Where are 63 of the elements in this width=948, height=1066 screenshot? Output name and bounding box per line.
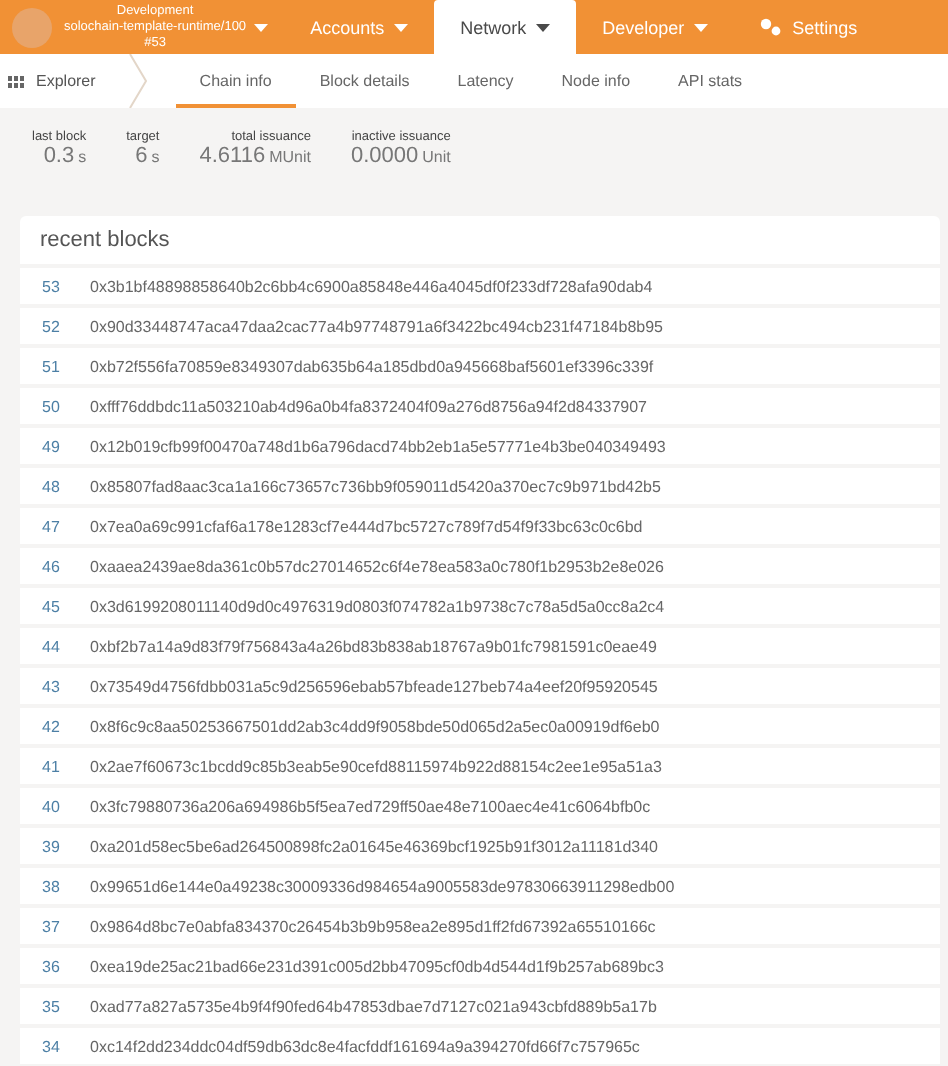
stat-value: 0.3 s [43, 144, 87, 168]
block-number-link[interactable]: 38 [20, 877, 90, 895]
block-number-link[interactable]: 34 [20, 1037, 90, 1055]
caret-icon [394, 23, 409, 31]
block-hash: 0xc14f2dd234ddc04df59db63dc8e4facfddf161694a9a394270fd66f7c757965c [90, 1037, 640, 1055]
block-hash: 0x2ae7f60673c1bcdd9c85b3eab5e90cefd88115974b922d88154c2ee1e95a51a3 [90, 757, 662, 775]
menu-tab[interactable]: Network [434, 0, 577, 54]
block-hash: 0x12b019cfb99f00470a748d1b6a796dacd74bb2eb1a5e57771e4b3be040349493 [90, 437, 666, 455]
block-hash: 0x99651d6e144e0a49238c30009336d984654a9005583de97830663911298edb00 [90, 877, 675, 895]
page-tab[interactable]: Node info [537, 54, 655, 108]
block-number-link[interactable]: 53 [20, 277, 90, 295]
block-hash: 0x9864d8bc7e0abfa834370c26454b3b9b958ea2e895d1ff2fd67392a65510166c [90, 917, 656, 935]
block-number-link[interactable]: 37 [20, 917, 90, 935]
block-number-link[interactable]: 36 [20, 957, 90, 975]
block-number-link[interactable]: 39 [20, 837, 90, 855]
block-hash: 0x3d6199208011140d9d0c4976319d0803f074782a1b9738c7c78a5d5a0cc8a2c4 [90, 597, 665, 615]
block-hash: 0x85807fad8aac3ca1a166c73657c736bb9f059011d5420a370ec7c9b971bd42b5 [90, 477, 661, 495]
block-hash: 0xea19de25ac21bad66e231d391c005d2bb47095cf0db4d544d1f9b257ab689bc3 [90, 957, 664, 975]
grid-icon [8, 75, 24, 87]
stat-value: 4.6116 MUnit [199, 144, 311, 168]
page-tab[interactable]: Chain info [175, 54, 296, 108]
chevron-divider [127, 54, 148, 108]
caret-icon [254, 23, 269, 31]
card-title: recent blocks [40, 228, 170, 252]
block-hash: 0x8f6c9c8aa50253667501dd2ab3c4dd9f9058bde50d065d2a5ec0a00919df6eb0 [90, 717, 660, 735]
menu-tab[interactable]: Accounts [284, 0, 435, 54]
block-number-link[interactable]: 51 [20, 357, 90, 375]
block-hash: 0xb72f556fa70859e8349307dab635b64a185dbd0a945668baf5601ef3396c339f [90, 357, 654, 375]
block-number-link[interactable]: 50 [20, 397, 90, 415]
block-hash: 0xad77a827a5735e4b9f4f90fed64b47853dbae7d7127c021a943cbfd889b5a17b [90, 997, 657, 1015]
page-tab[interactable]: Latency [433, 54, 538, 108]
caret-icon [536, 23, 551, 31]
block-number-link[interactable]: 35 [20, 997, 90, 1015]
block-number-link[interactable]: 45 [20, 597, 90, 615]
block-number-link[interactable]: 48 [20, 477, 90, 495]
caret-icon [694, 23, 709, 31]
block-number-link[interactable]: 43 [20, 677, 90, 695]
block-hash: 0xfff76ddbdc11a503210ab4d96a0b4fa8372404f09a276d8756a94f2d84337907 [90, 397, 648, 415]
stat-value: 0.0000 Unit [350, 144, 451, 168]
block-hash: 0xa201d58ec5be6ad264500898fc2a01645e46369bcf1925b91f3012a11181d340 [90, 837, 658, 855]
block-number-link[interactable]: 40 [20, 797, 90, 815]
block-number-link[interactable]: 42 [20, 717, 90, 735]
menu-tab[interactable]: Developer [576, 0, 735, 54]
block-hash: 0x90d33448747aca47daa2cac77a4b97748791a6f3422bc494cb231f47184b8b95 [90, 317, 663, 335]
menu-tab[interactable]: Settings [734, 0, 884, 54]
gears-icon [760, 18, 783, 36]
stat-value: 6 s [135, 144, 160, 168]
section-title: Explorer [36, 72, 96, 90]
block-hash: 0x3b1bf48898858640b2c6bb4c6900a85848e446a4045df0f233df728afa90dab4 [90, 277, 653, 295]
block-hash: 0x3fc79880736a206a694986b5f5ea7ed729ff50ae48e7100aec4e41c6064bfb0c [90, 797, 651, 815]
block-number-link[interactable]: 52 [20, 317, 90, 335]
block-number-link[interactable]: 46 [20, 557, 90, 575]
block-number-link[interactable]: 41 [20, 757, 90, 775]
block-number-link[interactable]: 44 [20, 637, 90, 655]
block-number-link[interactable]: 49 [20, 437, 90, 455]
block-hash: 0xbf2b7a14a9d83f79f756843a4a26bd83b838ab18767a9b01fc7981591c0eae49 [90, 637, 657, 655]
block-hash: 0x7ea0a69c991cfaf6a178e1283cf7e444d7bc5727c789f7d54f9f33bc63c0c6bd [90, 517, 643, 535]
block-number-link[interactable]: 47 [20, 517, 90, 535]
page-tab[interactable]: Block details [295, 54, 434, 108]
page-tab[interactable]: API stats [654, 54, 767, 108]
block-hash: 0xaaea2439ae8da361c0b57dc27014652c6f4e78ea583a0c780f1b2953b2e8e026 [90, 557, 664, 575]
block-hash: 0x73549d4756fdbb031a5c9d256596ebab57bfeade127beb74a4eef20f95920545 [90, 677, 658, 695]
chain-avatar-icon [12, 7, 52, 47]
